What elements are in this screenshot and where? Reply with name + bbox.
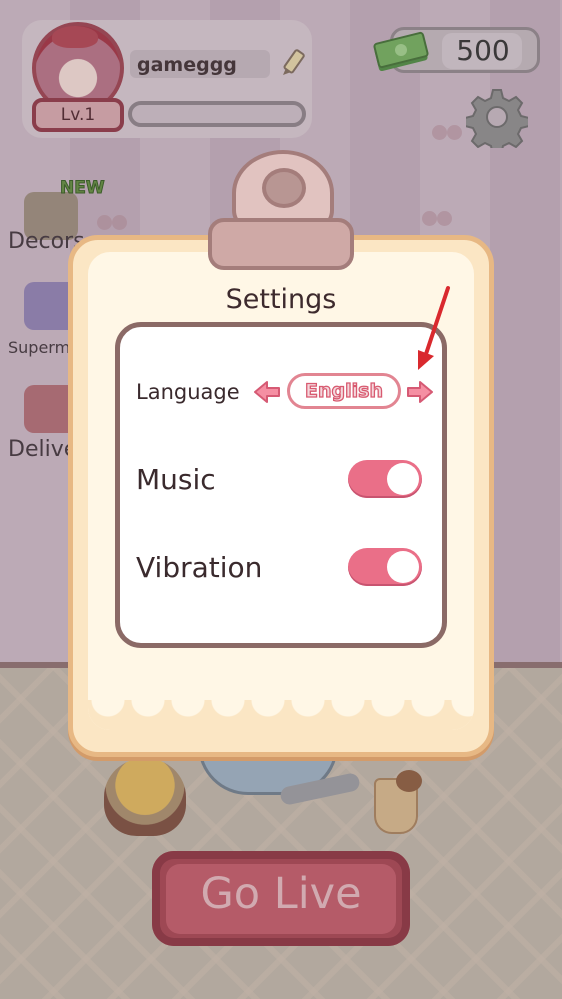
vibration-toggle[interactable] [348, 548, 422, 586]
language-label: Language [136, 380, 240, 404]
language-value: English [304, 379, 383, 402]
modal-scallop-edge [88, 700, 474, 730]
language-selector[interactable]: English [287, 373, 401, 409]
music-toggle-knob [387, 463, 419, 495]
music-label: Music [136, 463, 216, 496]
language-next-arrow-icon[interactable] [406, 380, 434, 404]
music-toggle[interactable] [348, 460, 422, 498]
clipboard-clip-hole [262, 168, 306, 208]
vibration-toggle-knob [387, 551, 419, 583]
clipboard-clip-base [208, 218, 354, 270]
annotation-arrow-icon [418, 286, 450, 370]
language-prev-arrow-icon[interactable] [253, 380, 281, 404]
vibration-label: Vibration [136, 551, 263, 584]
